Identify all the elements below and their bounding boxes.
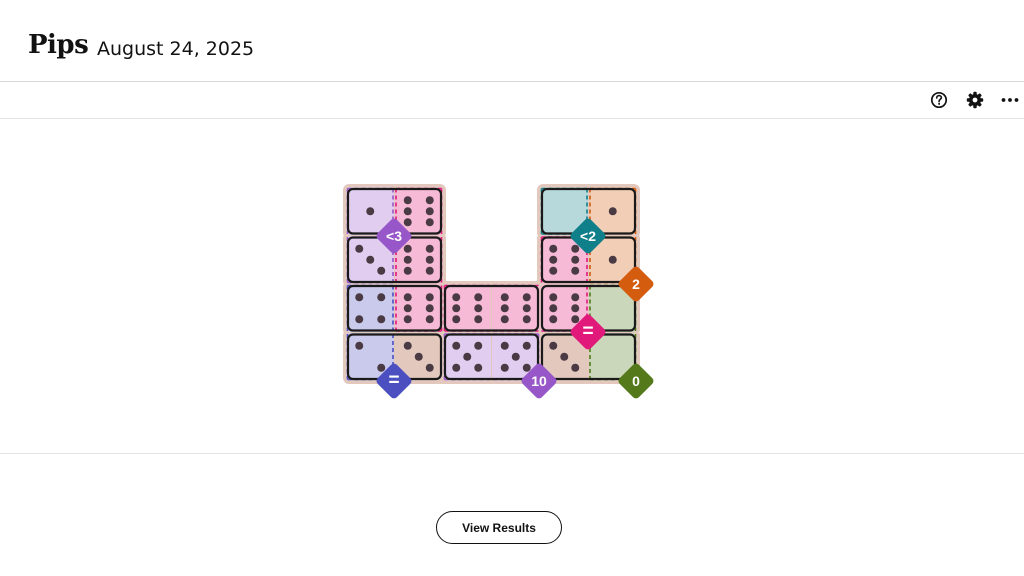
pip xyxy=(500,293,509,302)
pip xyxy=(403,293,412,302)
pip xyxy=(522,341,531,350)
pip xyxy=(403,244,412,253)
pip xyxy=(549,304,558,313)
region-cell xyxy=(443,284,491,332)
pip xyxy=(377,293,386,302)
pip xyxy=(463,352,472,361)
pip xyxy=(403,255,412,264)
pip xyxy=(500,363,509,372)
pip xyxy=(425,255,434,264)
pip xyxy=(571,244,580,253)
pip xyxy=(522,304,531,313)
pip xyxy=(608,207,617,216)
pip xyxy=(571,255,580,264)
pip xyxy=(549,293,558,302)
help-icon[interactable] xyxy=(929,90,949,110)
pip xyxy=(377,266,386,275)
pip xyxy=(366,255,375,264)
pip xyxy=(500,341,509,350)
pip xyxy=(425,304,434,313)
pip xyxy=(571,293,580,302)
pip xyxy=(522,293,531,302)
pip xyxy=(571,363,580,372)
pip xyxy=(560,352,569,361)
app-logo: Pips xyxy=(28,30,89,60)
pip xyxy=(355,341,364,350)
pip xyxy=(571,266,580,275)
pip xyxy=(474,363,483,372)
pip xyxy=(522,363,531,372)
toolbar xyxy=(0,82,1024,119)
pip xyxy=(355,315,364,324)
pip xyxy=(549,255,558,264)
region-cell xyxy=(395,284,443,332)
pip xyxy=(474,341,483,350)
pip xyxy=(474,315,483,324)
puzzle-board: <3 <2 2 = 0 = 10 xyxy=(343,184,654,399)
pip xyxy=(452,363,461,372)
pip xyxy=(425,196,434,205)
puzzle-board-area: <3 <2 2 = 0 = 10 xyxy=(0,118,1024,454)
pip xyxy=(403,304,412,313)
pip xyxy=(403,196,412,205)
pip xyxy=(403,315,412,324)
pip xyxy=(522,315,531,324)
pip xyxy=(474,293,483,302)
constraint-text: 10 xyxy=(531,373,547,389)
pip xyxy=(425,315,434,324)
pip xyxy=(414,352,423,361)
pip xyxy=(377,363,386,372)
pip xyxy=(403,341,412,350)
pip xyxy=(500,315,509,324)
pip xyxy=(355,293,364,302)
app-header: Pips August 24, 2025 xyxy=(0,0,1024,82)
pip xyxy=(403,266,412,275)
view-results-button[interactable]: View Results xyxy=(436,511,562,544)
constraint-text: <3 xyxy=(386,228,402,244)
pip xyxy=(571,315,580,324)
pip xyxy=(366,207,375,216)
pip xyxy=(549,266,558,275)
pip xyxy=(403,218,412,227)
pip xyxy=(608,255,617,264)
more-options-icon[interactable] xyxy=(1000,90,1020,110)
region-cell xyxy=(492,284,540,332)
constraint-text: 0 xyxy=(632,373,640,389)
puzzle-date: August 24, 2025 xyxy=(97,38,255,60)
constraint-text: 2 xyxy=(632,276,640,292)
constraint-text: = xyxy=(582,321,593,342)
pip xyxy=(425,207,434,216)
pip xyxy=(425,218,434,227)
settings-gear-icon[interactable] xyxy=(965,90,985,110)
pip xyxy=(425,293,434,302)
pip xyxy=(452,293,461,302)
pip xyxy=(571,304,580,313)
pip xyxy=(500,304,509,313)
pip xyxy=(377,315,386,324)
pip xyxy=(549,315,558,324)
pip xyxy=(452,341,461,350)
pip xyxy=(425,244,434,253)
region-cell xyxy=(346,284,394,332)
pip xyxy=(549,244,558,253)
pip xyxy=(549,341,558,350)
pip xyxy=(511,352,520,361)
pip xyxy=(355,244,364,253)
pip xyxy=(425,363,434,372)
pip xyxy=(403,207,412,216)
pip xyxy=(452,304,461,313)
constraint-text: = xyxy=(388,370,399,391)
pip xyxy=(452,315,461,324)
pip xyxy=(474,304,483,313)
constraint-text: <2 xyxy=(580,228,596,244)
pip xyxy=(425,266,434,275)
